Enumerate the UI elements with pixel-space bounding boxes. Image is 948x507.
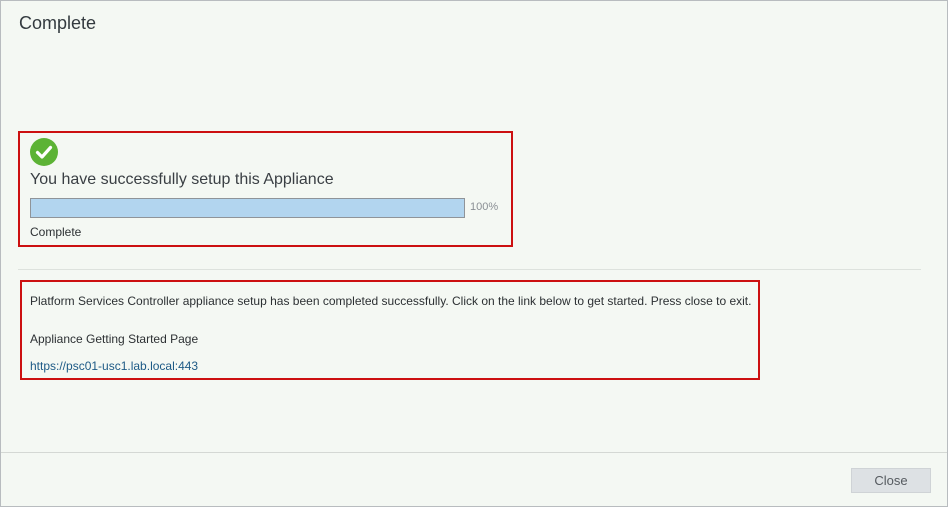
progress-bar — [30, 198, 465, 218]
close-button[interactable]: Close — [851, 468, 931, 493]
dialog-title: Complete — [19, 13, 97, 33]
getting-started-link[interactable]: https://psc01-usc1.lab.local:443 — [30, 359, 198, 373]
info-panel: Platform Services Controller appliance s… — [20, 280, 760, 380]
status-panel: You have successfully setup this Applian… — [18, 131, 513, 247]
progress-percent: 100% — [470, 201, 499, 213]
status-message: You have successfully setup this Applian… — [30, 171, 334, 188]
progress-bar-fill — [31, 199, 464, 217]
completion-message: Platform Services Controller appliance s… — [30, 294, 752, 308]
success-check-icon — [30, 138, 58, 166]
footer-divider — [1, 452, 947, 453]
status-label: Complete — [30, 225, 82, 239]
section-divider — [18, 269, 921, 270]
setup-complete-dialog: Complete You have successfully setup thi… — [0, 0, 948, 507]
getting-started-label: Appliance Getting Started Page — [30, 332, 199, 346]
